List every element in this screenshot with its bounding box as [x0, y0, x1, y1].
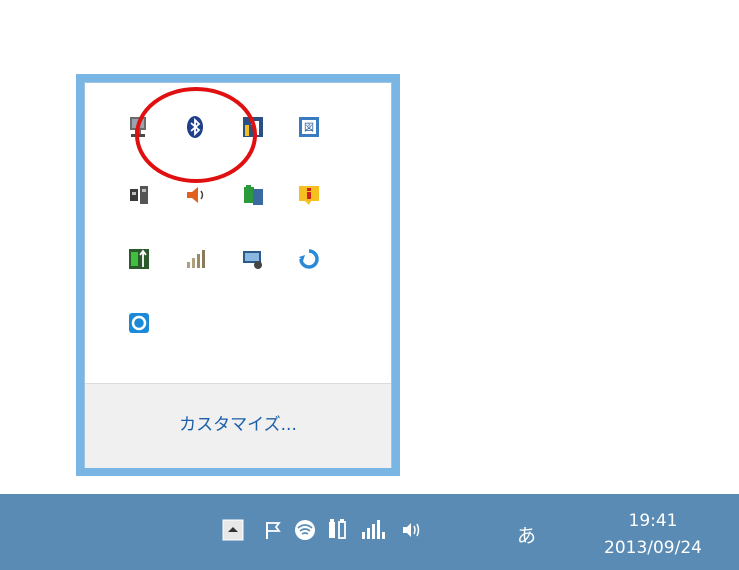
info-notification-icon[interactable]: [297, 183, 321, 207]
notification-area-overflow-popup: 図 カスタマイズ...: [76, 74, 400, 476]
usb-device-icon[interactable]: [127, 247, 151, 271]
clock-time: 19:41: [628, 511, 678, 531]
japanese-ime-dictionary-icon[interactable]: 図: [297, 115, 321, 139]
display-settings-icon[interactable]: [241, 247, 265, 271]
wifi-icon[interactable]: [294, 519, 316, 541]
battery-icon[interactable]: [326, 518, 348, 542]
svg-text:図: 図: [304, 122, 314, 134]
show-hidden-icons-icon[interactable]: [222, 519, 244, 541]
volume-icon[interactable]: [400, 519, 422, 541]
action-center-flag-icon[interactable]: [262, 519, 284, 541]
app-circle-icon[interactable]: [127, 311, 151, 335]
mobile-signal-icon[interactable]: [360, 518, 386, 542]
sync-refresh-icon[interactable]: [297, 247, 321, 271]
speaker-volume-icon[interactable]: [183, 183, 207, 207]
computer-icon[interactable]: [127, 115, 151, 139]
battery-tool-icon[interactable]: [241, 183, 265, 207]
ime-mode-indicator[interactable]: あ: [517, 521, 536, 548]
network-plug-icon[interactable]: [127, 183, 151, 207]
hidden-icons-grid: 図: [85, 83, 391, 383]
popup-panel: 図 カスタマイズ...: [84, 82, 392, 468]
clock-date: 2013/09/24: [604, 538, 702, 558]
bluetooth-icon[interactable]: [183, 115, 207, 139]
settings-tool-icon[interactable]: [241, 115, 265, 139]
taskbar-clock[interactable]: 19:41 2013/09/24: [574, 510, 732, 560]
customize-footer: カスタマイズ...: [85, 383, 391, 468]
customize-link[interactable]: カスタマイズ...: [85, 410, 391, 435]
signal-strength-icon[interactable]: [183, 247, 207, 271]
